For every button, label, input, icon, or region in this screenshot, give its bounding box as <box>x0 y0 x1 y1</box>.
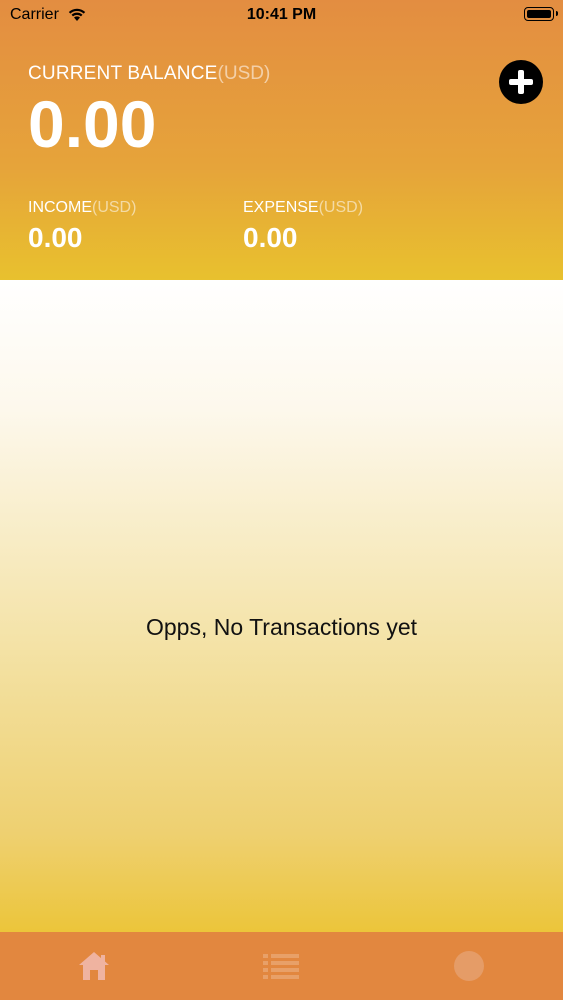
add-transaction-button[interactable] <box>499 60 543 104</box>
expense-title: EXPENSE <box>243 199 319 216</box>
balance-currency: (USD) <box>217 63 271 84</box>
status-bar: Carrier 10:41 PM <box>0 0 563 30</box>
current-balance-label: CURRENT BALANCE(USD) <box>28 63 270 85</box>
current-balance-value: 0.00 <box>28 87 157 161</box>
income-label: INCOME(USD) <box>28 199 136 217</box>
expense-label: EXPENSE(USD) <box>243 199 363 217</box>
transactions-list: Opps, No Transactions yet <box>0 280 563 932</box>
tab-settings[interactable] <box>429 932 509 1000</box>
expense-value: 0.00 <box>243 222 298 253</box>
balance-title: CURRENT BALANCE <box>28 63 218 84</box>
tab-home[interactable] <box>54 932 134 1000</box>
battery-icon <box>524 7 558 21</box>
tab-bar <box>0 932 563 1000</box>
empty-state-message: Opps, No Transactions yet <box>145 614 417 640</box>
balance-header: Carrier 10:41 PM CURRENT BALANCE(USD) 0.… <box>0 0 563 280</box>
income-currency: (USD) <box>92 199 137 216</box>
expense-currency: (USD) <box>318 199 364 216</box>
income-value: 0.00 <box>28 222 83 253</box>
tab-transactions[interactable] <box>241 932 321 1000</box>
income-title: INCOME <box>28 199 92 216</box>
status-time: 10:41 PM <box>246 6 317 23</box>
list-icon <box>263 954 299 979</box>
home-icon <box>79 952 109 980</box>
circle-icon <box>454 951 484 981</box>
